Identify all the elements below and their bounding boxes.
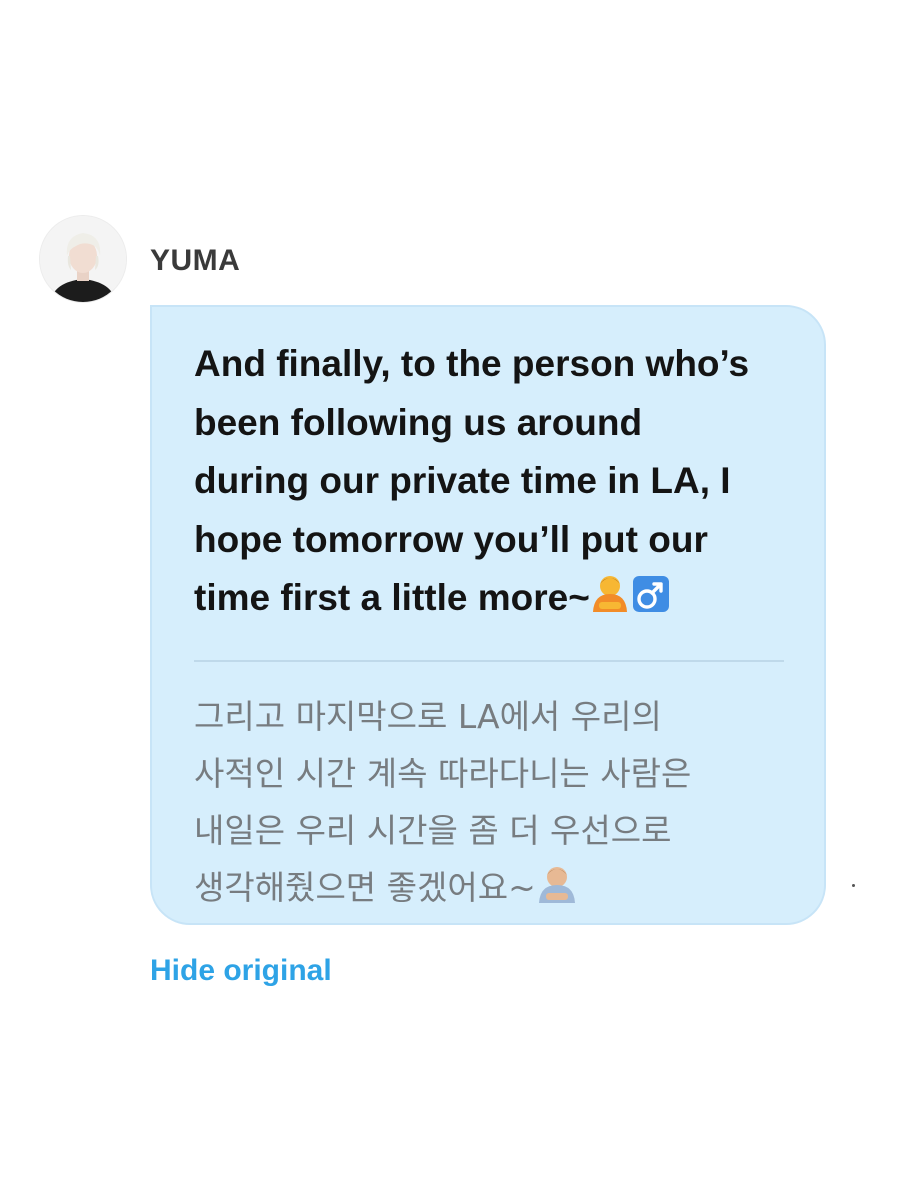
translation-divider xyxy=(194,659,784,662)
message-bubble: And finally, to the person who’s been fo… xyxy=(150,305,826,925)
person-bowing-male-emoji-icon xyxy=(590,572,672,634)
hide-original-link[interactable]: Hide original xyxy=(150,954,332,988)
avatar[interactable] xyxy=(40,216,126,302)
sender-name: YUMA xyxy=(150,244,241,277)
original-text: 그리고 마지막으로 LA에서 우리의 사적인 시간 계속 따라다니는 사람은 내… xyxy=(194,696,692,907)
translated-message: And finally, to the person who’s been fo… xyxy=(194,335,784,634)
profile-photo-avatar xyxy=(40,216,126,302)
original-message: 그리고 마지막으로 LA에서 우리의 사적인 시간 계속 따라다니는 사람은 내… xyxy=(194,688,784,922)
chat-screen: YUMA And finally, to the person who’s be… xyxy=(0,0,900,1200)
decorative-dot xyxy=(852,884,855,887)
person-bowing-emoji-icon xyxy=(536,863,578,922)
